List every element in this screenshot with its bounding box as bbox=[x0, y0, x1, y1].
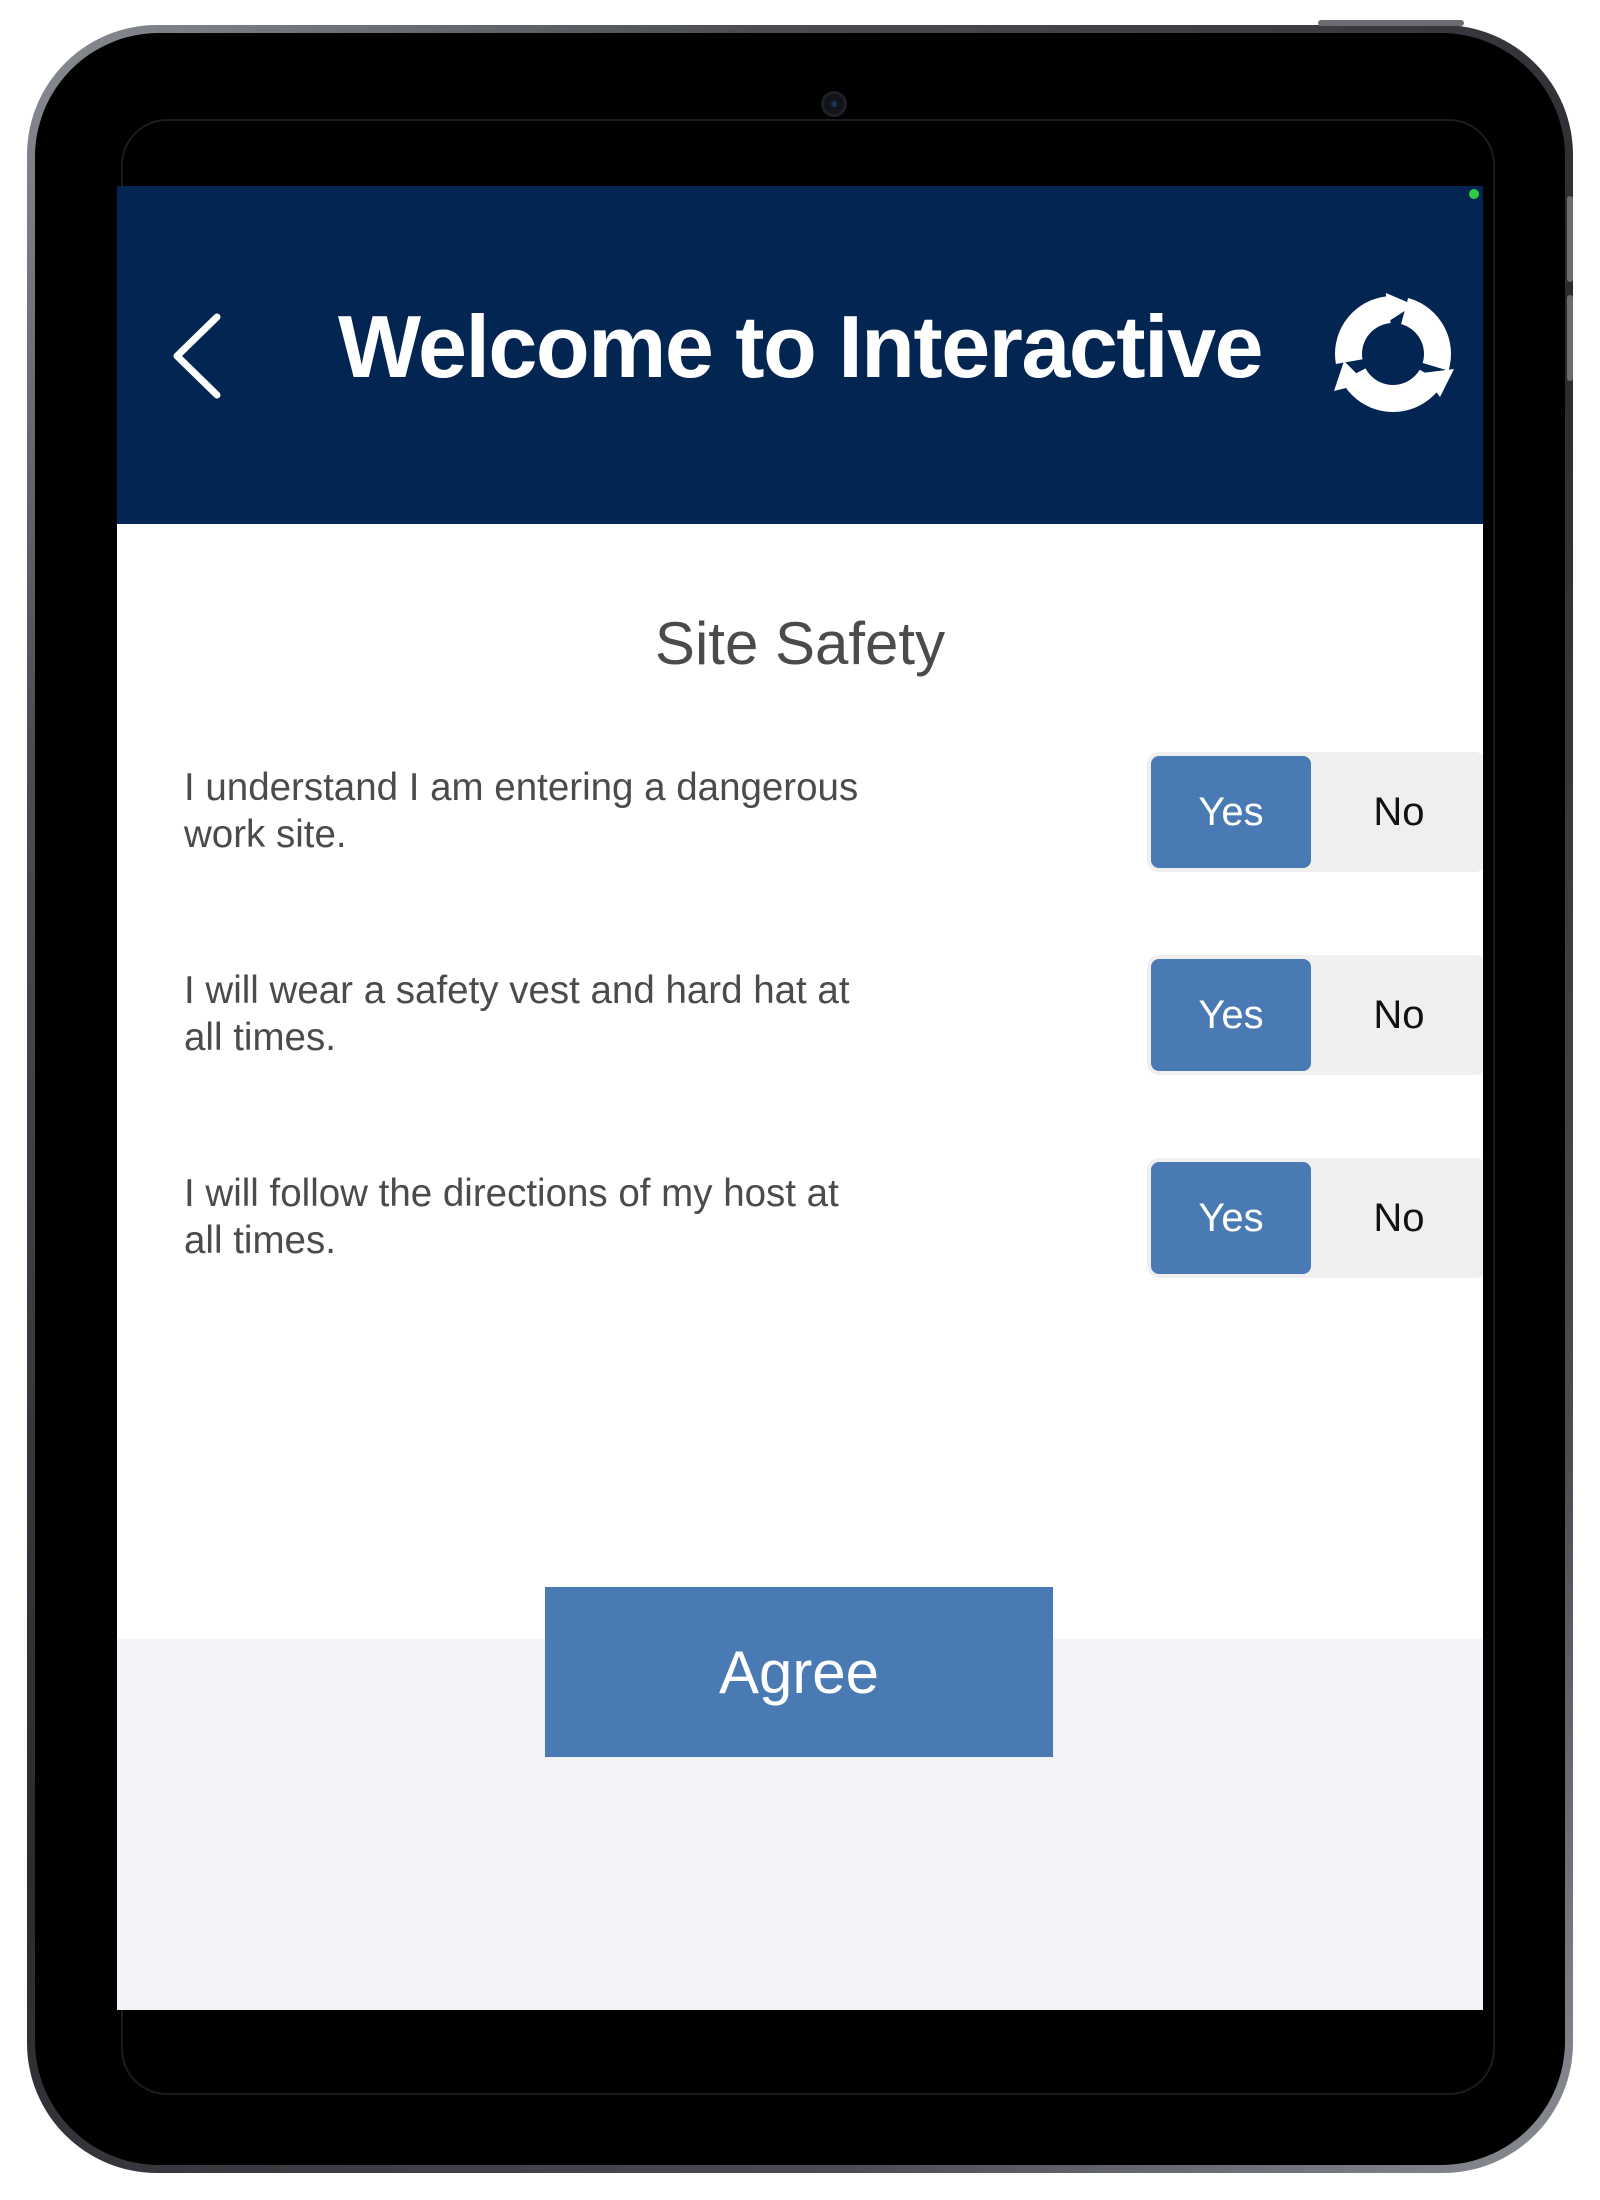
question-text: I will wear a safety vest and hard hat a… bbox=[184, 967, 914, 1061]
app-screen: Welcome to Interactive Site Safety I und… bbox=[117, 186, 1483, 2010]
front-camera bbox=[821, 91, 847, 117]
question-text-line: work site. bbox=[184, 813, 347, 856]
section-title: Site Safety bbox=[654, 610, 946, 677]
refresh-button[interactable] bbox=[1330, 291, 1456, 417]
top-power-button bbox=[1318, 20, 1464, 26]
status-indicator-dot bbox=[1469, 189, 1479, 199]
question-text-line: all times. bbox=[184, 1016, 336, 1059]
yes-button[interactable]: Yes bbox=[1151, 959, 1311, 1071]
question-text-line: I will wear a safety vest and hard hat a… bbox=[184, 969, 850, 1012]
question-text-line: all times. bbox=[184, 1219, 336, 1262]
yes-no-toggle: Yes No bbox=[1147, 955, 1483, 1075]
question-text: I understand I am entering a dangerous w… bbox=[184, 764, 914, 858]
page-title: Welcome to Interactive bbox=[338, 297, 1263, 396]
no-button[interactable]: No bbox=[1319, 756, 1479, 868]
volume-down-button bbox=[1567, 295, 1573, 381]
yes-no-toggle: Yes No bbox=[1147, 752, 1483, 872]
refresh-cycle-icon bbox=[1330, 291, 1456, 412]
yes-button[interactable]: Yes bbox=[1151, 1162, 1311, 1274]
question-text-line: I understand I am entering a dangerous bbox=[184, 766, 859, 809]
agree-button[interactable]: Agree bbox=[545, 1587, 1053, 1757]
no-button[interactable]: No bbox=[1319, 959, 1479, 1071]
yes-no-toggle: Yes No bbox=[1147, 1158, 1483, 1278]
volume-up-button bbox=[1567, 196, 1573, 282]
yes-button[interactable]: Yes bbox=[1151, 756, 1311, 868]
no-button[interactable]: No bbox=[1319, 1162, 1479, 1274]
question-text-line: I will follow the directions of my host … bbox=[184, 1172, 839, 1215]
app-header: Welcome to Interactive bbox=[117, 186, 1483, 524]
content-area: Site Safety I understand I am entering a… bbox=[117, 524, 1483, 1639]
question-text: I will follow the directions of my host … bbox=[184, 1170, 914, 1264]
